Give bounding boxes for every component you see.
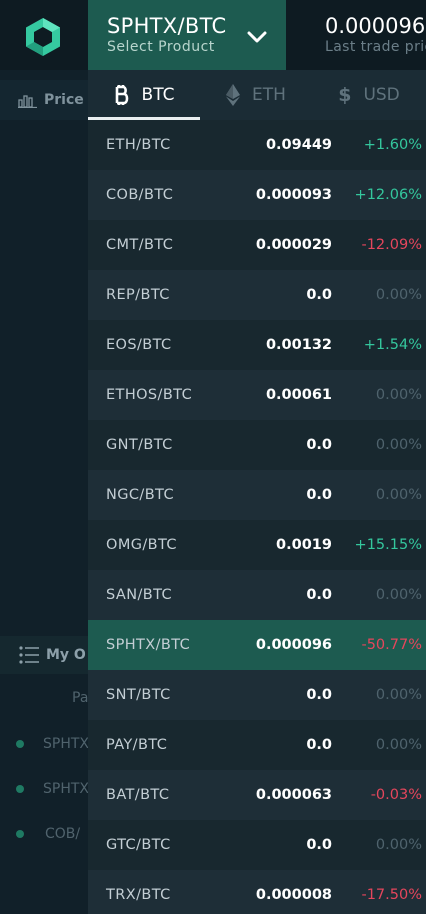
market-row[interactable]: ETHOS/BTC 0.00061 0.00%	[88, 370, 426, 420]
market-price: 0.000096	[255, 637, 332, 653]
last-trade-panel: 0.000096 Last trade price	[288, 0, 426, 70]
market-change: +15.15%	[354, 537, 422, 553]
status-dot-icon	[16, 740, 24, 748]
market-price: 0.000093	[255, 187, 332, 203]
market-change: 0.00%	[375, 687, 422, 703]
currency-tabs: BTC ETH $ USD	[88, 70, 426, 120]
price-chart-label: Price	[44, 92, 84, 108]
market-change: +1.54%	[363, 337, 422, 353]
market-pair: EOS/BTC	[106, 337, 172, 353]
market-price: 0.0	[306, 487, 332, 503]
market-pair: BAT/BTC	[106, 787, 170, 803]
bitcoin-icon	[115, 85, 128, 105]
market-price: 0.0	[306, 287, 332, 303]
market-row[interactable]: GNT/BTC 0.0 0.00%	[88, 420, 426, 470]
market-price: 0.0	[306, 737, 332, 753]
market-pair: REP/BTC	[106, 287, 170, 303]
market-change: -0.03%	[370, 787, 422, 803]
tab-eth[interactable]: ETH	[200, 70, 312, 120]
market-pair: ETH/BTC	[106, 137, 171, 153]
market-row[interactable]: GTC/BTC 0.0 0.00%	[88, 820, 426, 870]
tab-btc-label: BTC	[141, 85, 175, 105]
order-row[interactable]: COB/	[16, 826, 80, 842]
market-row[interactable]: COB/BTC 0.000093 +12.06%	[88, 170, 426, 220]
bar-chart-icon	[18, 95, 37, 108]
market-pair: SAN/BTC	[106, 587, 173, 603]
market-price: 0.0	[306, 587, 332, 603]
ethereum-icon	[226, 84, 241, 106]
market-pair: COB/BTC	[106, 187, 174, 203]
market-price: 0.00132	[265, 337, 332, 353]
my-orders-label: My O	[46, 647, 86, 663]
order-pair: COB/	[45, 826, 81, 842]
market-row[interactable]: SPHTX/BTC 0.000096 -50.77%	[88, 620, 426, 670]
tab-usd-label: USD	[363, 85, 400, 105]
tab-btc[interactable]: BTC	[88, 70, 200, 120]
my-orders-header[interactable]: My O	[0, 636, 88, 674]
logo-icon[interactable]	[22, 16, 64, 58]
market-price: 0.0	[306, 437, 332, 453]
market-row[interactable]: EOS/BTC 0.00132 +1.54%	[88, 320, 426, 370]
market-pair: TRX/BTC	[106, 887, 171, 903]
last-trade-label: Last trade price	[325, 39, 426, 55]
product-selector-button[interactable]: SPHTX/BTC Select Product	[88, 0, 286, 70]
tab-eth-label: ETH	[252, 85, 286, 105]
market-change: 0.00%	[375, 837, 422, 853]
order-row[interactable]: SPHTX	[16, 736, 89, 752]
market-row[interactable]: OMG/BTC 0.0019 +15.15%	[88, 520, 426, 570]
list-icon	[19, 646, 39, 664]
dollar-icon: $	[338, 84, 352, 106]
market-row[interactable]: NGC/BTC 0.0 0.00%	[88, 470, 426, 520]
market-pair: GTC/BTC	[106, 837, 171, 853]
market-change: 0.00%	[375, 387, 422, 403]
market-price: 0.00061	[265, 387, 332, 403]
order-pair: SPHTX	[43, 781, 89, 797]
market-change: +1.60%	[363, 137, 422, 153]
market-change: -12.09%	[361, 237, 422, 253]
product-dropdown: BTC ETH $ USD ETH/BTC 0.09449 +1.60% COB/BT…	[88, 70, 426, 914]
order-row[interactable]: SPHTX	[16, 781, 89, 797]
market-row[interactable]: ETH/BTC 0.09449 +1.60%	[88, 120, 426, 170]
market-row[interactable]: PAY/BTC 0.0 0.00%	[88, 720, 426, 770]
order-pair: SPHTX	[43, 736, 89, 752]
market-row[interactable]: CMT/BTC 0.000029 -12.09%	[88, 220, 426, 270]
market-change: -17.50%	[361, 887, 422, 903]
market-change: 0.00%	[375, 587, 422, 603]
tab-usd[interactable]: $ USD	[312, 70, 426, 120]
market-pair: GNT/BTC	[106, 437, 173, 453]
market-price: 0.000008	[255, 887, 332, 903]
market-change: +12.06%	[354, 187, 422, 203]
market-price: 0.09449	[265, 137, 332, 153]
last-trade-price: 0.000096	[325, 14, 426, 38]
market-row[interactable]: TRX/BTC 0.000008 -17.50%	[88, 870, 426, 914]
chevron-down-icon	[247, 31, 267, 43]
market-pair: NGC/BTC	[106, 487, 174, 503]
market-row[interactable]: BAT/BTC 0.000063 -0.03%	[88, 770, 426, 820]
market-change: 0.00%	[375, 487, 422, 503]
market-pair: PAY/BTC	[106, 737, 168, 753]
status-dot-icon	[16, 830, 24, 838]
market-pair: SNT/BTC	[106, 687, 171, 703]
market-change: 0.00%	[375, 737, 422, 753]
market-price: 0.0	[306, 837, 332, 853]
market-row[interactable]: SNT/BTC 0.0 0.00%	[88, 670, 426, 720]
status-dot-icon	[16, 785, 24, 793]
market-pair: SPHTX/BTC	[106, 637, 191, 653]
market-price: 0.0	[306, 687, 332, 703]
market-row[interactable]: REP/BTC 0.0 0.00%	[88, 270, 426, 320]
market-pair: ETHOS/BTC	[106, 387, 193, 403]
price-chart-header[interactable]: Price	[0, 80, 88, 120]
market-change: -50.77%	[361, 637, 422, 653]
market-price: 0.000029	[255, 237, 332, 253]
market-pair: OMG/BTC	[106, 537, 177, 553]
market-price: 0.0019	[276, 537, 332, 553]
market-change: 0.00%	[375, 437, 422, 453]
market-change: 0.00%	[375, 287, 422, 303]
market-price: 0.000063	[255, 787, 332, 803]
market-list: ETH/BTC 0.09449 +1.60% COB/BTC 0.000093 +12.0…	[88, 120, 426, 914]
orders-pair-header: Pa	[72, 690, 89, 706]
market-row[interactable]: SAN/BTC 0.0 0.00%	[88, 570, 426, 620]
market-pair: CMT/BTC	[106, 237, 174, 253]
